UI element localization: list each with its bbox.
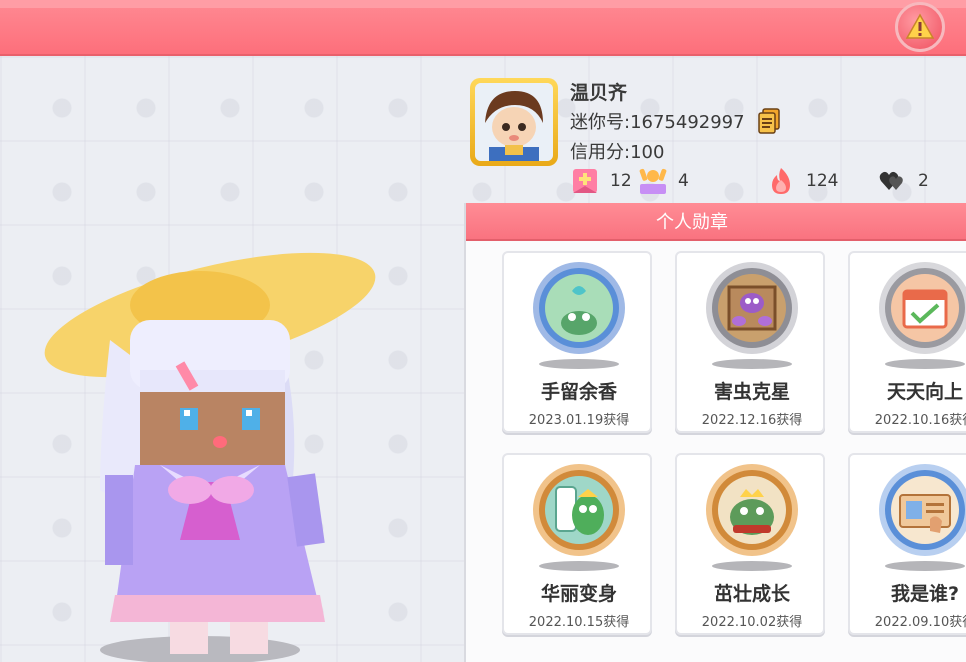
badge-date: 2022.10.15获得	[528, 615, 630, 630]
medal-shadow	[539, 561, 619, 571]
stat-fans[interactable]: 4	[638, 166, 689, 196]
stat-popularity[interactable]: 124	[766, 166, 838, 196]
medal-icon	[706, 464, 798, 556]
cheer-person-icon	[639, 168, 667, 194]
badge-title: 茁壮成长	[713, 583, 790, 605]
stat-value: 2	[918, 171, 929, 191]
medal-icon	[879, 262, 966, 354]
badge-date: 2022.09.10获得	[874, 615, 966, 630]
stat-likes[interactable]: 12	[570, 166, 632, 196]
medal-shadow	[885, 359, 965, 369]
stat-value: 12	[610, 171, 632, 191]
stats-row: 12 4 124 2	[570, 166, 966, 196]
mini-id-row: 迷你号:1675492997	[570, 108, 781, 134]
badge-title: 手留余香	[540, 381, 617, 403]
medal-icon	[879, 464, 966, 556]
badge-title: 华丽变身	[540, 583, 617, 605]
badge-date: 2023.01.19获得	[528, 413, 630, 428]
copy-icon[interactable]	[757, 108, 781, 134]
badge-card[interactable]: 我是谁? 2022.09.10获得	[848, 453, 966, 635]
report-button[interactable]	[895, 2, 945, 52]
badge-card[interactable]: 害虫克星 2022.12.16获得	[675, 251, 825, 433]
warning-icon	[905, 13, 935, 39]
badge-title: 害虫克星	[713, 381, 790, 403]
badge-panel: 个人勋章 手留余香 2023.01.19获得 害虫克星 2022.12.16获得…	[464, 203, 966, 662]
badge-card[interactable]: 茁壮成长 2022.10.02获得	[675, 453, 825, 635]
medal-shadow	[712, 359, 792, 369]
plus-flag-icon	[573, 169, 597, 193]
credit-score: 信用分:100	[570, 142, 665, 163]
avatar-portrait	[475, 83, 553, 161]
badge-date: 2022.10.02获得	[701, 615, 803, 630]
medal-icon	[706, 262, 798, 354]
badge-title: 天天向上	[886, 381, 963, 403]
badge-date: 2022.12.16获得	[701, 413, 803, 428]
badge-section-title: 个人勋章	[656, 212, 728, 233]
medal-icon	[533, 464, 625, 556]
profile-info: 温贝齐 迷你号:1675492997 信用分:100 12 4 124 2	[468, 74, 966, 200]
hearts-icon	[879, 171, 903, 190]
badge-card[interactable]: 华丽变身 2022.10.15获得	[502, 453, 652, 635]
medal-icon	[533, 262, 625, 354]
stat-value: 4	[678, 171, 689, 191]
flame-icon	[772, 168, 790, 194]
stat-friends[interactable]: 2	[878, 166, 929, 196]
top-bar-highlight	[0, 0, 966, 8]
mini-id: 迷你号:1675492997	[570, 112, 745, 133]
badge-card[interactable]: 天天向上 2022.10.16获得	[848, 251, 966, 433]
medal-shadow	[539, 359, 619, 369]
medal-shadow	[712, 561, 792, 571]
player-name: 温贝齐	[570, 82, 628, 104]
badge-section-header: 个人勋章	[466, 203, 966, 241]
stat-value: 124	[806, 171, 839, 191]
badge-card[interactable]: 手留余香 2023.01.19获得	[502, 251, 652, 433]
profile-avatar[interactable]	[470, 78, 558, 166]
badge-date: 2022.10.16获得	[874, 413, 966, 428]
player-avatar-character[interactable]	[30, 250, 390, 662]
medal-shadow	[885, 561, 965, 571]
badge-title: 我是谁?	[890, 583, 960, 605]
top-bar	[0, 0, 966, 56]
